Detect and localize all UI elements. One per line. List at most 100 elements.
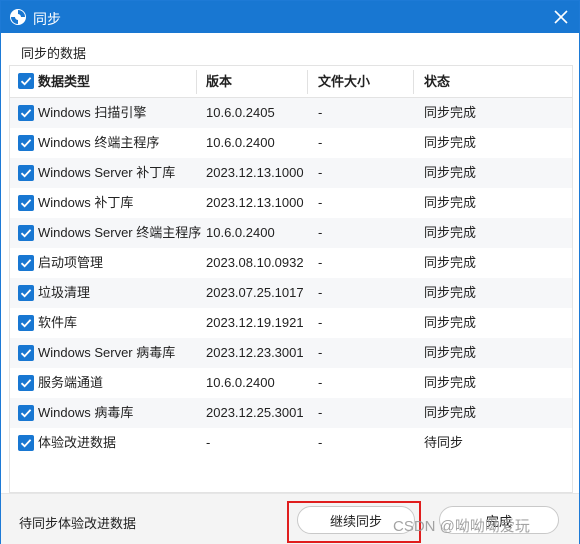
- row-version: -: [206, 435, 211, 450]
- column-header-status: 状态: [424, 74, 451, 89]
- checkmark-icon: [20, 409, 32, 418]
- checkmark-icon: [20, 139, 32, 148]
- row-checkbox[interactable]: [18, 435, 34, 451]
- row-checkbox[interactable]: [18, 375, 34, 391]
- row-checkbox[interactable]: [18, 225, 34, 241]
- row-status: 同步完成: [424, 315, 477, 330]
- row-size: -: [318, 135, 323, 150]
- table-row[interactable]: Windows 扫描引擎 10.6.0.2405 - 同步完成: [10, 98, 572, 128]
- checkmark-icon: [20, 349, 32, 358]
- app-logo-icon: [10, 9, 26, 25]
- table-row[interactable]: 垃圾清理 2023.07.25.1017 - 同步完成: [10, 278, 572, 308]
- row-size: -: [318, 165, 323, 180]
- row-checkbox[interactable]: [18, 195, 34, 211]
- row-checkbox[interactable]: [18, 405, 34, 421]
- row-status: 同步完成: [424, 285, 477, 300]
- watermark-text: CSDN @呦呦呦爱玩: [393, 518, 530, 535]
- row-status: 同步完成: [424, 165, 477, 180]
- column-divider[interactable]: [413, 70, 414, 94]
- row-name: Windows Server 补丁库: [38, 165, 176, 180]
- table-header: 数据类型 版本 文件大小 状态: [10, 66, 572, 98]
- column-header-size: 文件大小: [318, 74, 371, 89]
- row-status: 同步完成: [424, 225, 477, 240]
- row-name: Windows 补丁库: [38, 195, 134, 210]
- row-size: -: [318, 435, 323, 450]
- row-checkbox[interactable]: [18, 165, 34, 181]
- sync-dialog: 同步 同步的数据 数据类型 版本 文件大小 状态 Windows 扫描引擎 10…: [0, 0, 580, 544]
- section-title: 同步的数据: [21, 46, 87, 61]
- row-checkbox[interactable]: [18, 285, 34, 301]
- checkmark-icon: [20, 169, 32, 178]
- table-row[interactable]: Windows 补丁库 2023.12.13.1000 - 同步完成: [10, 188, 572, 218]
- row-status: 同步完成: [424, 135, 477, 150]
- row-name: 启动项管理: [38, 255, 104, 270]
- row-name: 垃圾清理: [38, 285, 91, 300]
- row-name: Windows Server 病毒库: [38, 345, 176, 360]
- column-divider[interactable]: [196, 70, 197, 94]
- column-header-type: 数据类型: [38, 74, 91, 89]
- row-version: 2023.12.19.1921: [206, 315, 304, 330]
- row-size: -: [318, 285, 323, 300]
- table-row[interactable]: 启动项管理 2023.08.10.0932 - 同步完成: [10, 248, 572, 278]
- row-size: -: [318, 105, 323, 120]
- checkmark-icon: [20, 379, 32, 388]
- window-title: 同步: [33, 11, 61, 27]
- row-version: 2023.12.25.3001: [206, 405, 304, 420]
- row-version: 2023.08.10.0932: [206, 255, 304, 270]
- column-divider[interactable]: [307, 70, 308, 94]
- row-name: Windows 扫描引擎: [38, 105, 147, 120]
- table-row[interactable]: Windows Server 病毒库 2023.12.23.3001 - 同步完…: [10, 338, 572, 368]
- row-name: 软件库: [38, 315, 78, 330]
- row-size: -: [318, 195, 323, 210]
- row-size: -: [318, 315, 323, 330]
- row-name: Windows Server 终端主程序: [38, 225, 202, 240]
- row-size: -: [318, 405, 323, 420]
- row-status: 同步完成: [424, 375, 477, 390]
- checkmark-icon: [20, 439, 32, 448]
- row-checkbox[interactable]: [18, 345, 34, 361]
- checkmark-icon: [20, 229, 32, 238]
- row-name: Windows 病毒库: [38, 405, 134, 420]
- row-status: 同步完成: [424, 105, 477, 120]
- title-bar: 同步: [1, 1, 579, 33]
- checkmark-icon: [20, 199, 32, 208]
- row-name: 服务端通道: [38, 375, 104, 390]
- row-checkbox[interactable]: [18, 315, 34, 331]
- table-row[interactable]: Windows 病毒库 2023.12.25.3001 - 同步完成: [10, 398, 572, 428]
- row-version: 10.6.0.2400: [206, 375, 275, 390]
- table-row[interactable]: Windows Server 终端主程序 10.6.0.2400 - 同步完成: [10, 218, 572, 248]
- row-version: 2023.12.13.1000: [206, 165, 304, 180]
- checkmark-icon: [20, 109, 32, 118]
- row-status: 同步完成: [424, 345, 477, 360]
- sync-data-table: 数据类型 版本 文件大小 状态 Windows 扫描引擎 10.6.0.2405…: [9, 65, 573, 493]
- row-size: -: [318, 255, 323, 270]
- row-status: 待同步: [424, 435, 464, 450]
- row-size: -: [318, 225, 323, 240]
- select-all-checkbox[interactable]: [18, 73, 34, 89]
- row-size: -: [318, 345, 323, 360]
- table-row[interactable]: 服务端通道 10.6.0.2400 - 同步完成: [10, 368, 572, 398]
- checkmark-icon: [20, 77, 32, 86]
- table-row[interactable]: Windows Server 补丁库 2023.12.13.1000 - 同步完…: [10, 158, 572, 188]
- table-row[interactable]: 体验改进数据 - - 待同步: [10, 428, 572, 458]
- column-header-version: 版本: [206, 74, 233, 89]
- footer-status-text: 待同步体验改进数据: [19, 516, 137, 531]
- table-row[interactable]: Windows 终端主程序 10.6.0.2400 - 同步完成: [10, 128, 572, 158]
- row-name: Windows 终端主程序: [38, 135, 160, 150]
- table-row[interactable]: 软件库 2023.12.19.1921 - 同步完成: [10, 308, 572, 338]
- row-checkbox[interactable]: [18, 135, 34, 151]
- row-checkbox[interactable]: [18, 105, 34, 121]
- row-status: 同步完成: [424, 405, 477, 420]
- row-version: 2023.12.13.1000: [206, 195, 304, 210]
- row-name: 体验改进数据: [38, 435, 117, 450]
- row-version: 10.6.0.2405: [206, 105, 275, 120]
- row-version: 2023.07.25.1017: [206, 285, 304, 300]
- row-version: 10.6.0.2400: [206, 135, 275, 150]
- close-icon[interactable]: [553, 9, 569, 25]
- checkmark-icon: [20, 319, 32, 328]
- row-status: 同步完成: [424, 195, 477, 210]
- checkmark-icon: [20, 289, 32, 298]
- row-checkbox[interactable]: [18, 255, 34, 271]
- row-version: 2023.12.23.3001: [206, 345, 304, 360]
- row-status: 同步完成: [424, 255, 477, 270]
